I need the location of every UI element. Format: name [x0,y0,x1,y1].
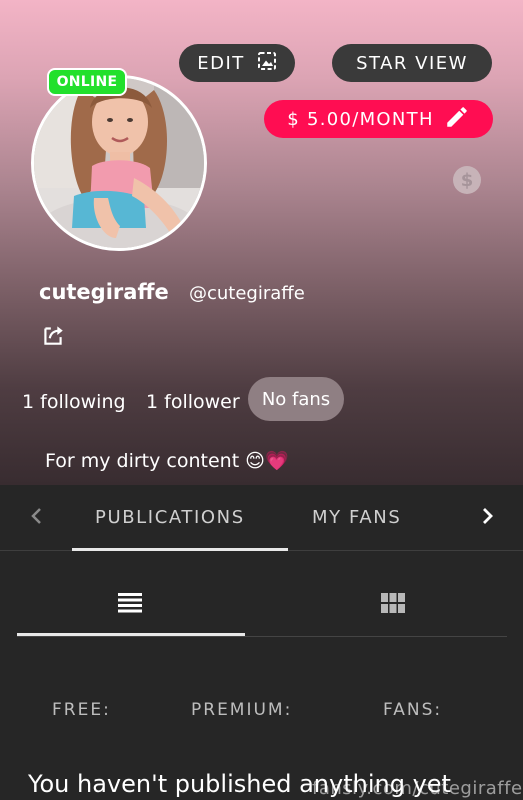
online-status-badge: ONLINE [47,68,127,96]
follower-count[interactable]: 1 follower [146,391,240,413]
profile-page: EDIT STAR VIEW $ 5.00/MONTH $ ONLINE cut… [0,0,523,800]
watermark: fansly.com/cutegiraffe [312,778,523,799]
premium-count-label: PREMIUM: [191,700,293,720]
tab-my-fans[interactable]: MY FANS [312,507,401,528]
display-name: cutegiraffe [39,280,169,304]
edit-button-label: EDIT [197,52,245,74]
star-view-label: STAR VIEW [356,52,468,74]
fans-count-label: FANS: [383,700,443,720]
grid-view-icon[interactable] [381,593,405,617]
share-icon[interactable] [40,322,66,348]
username-handle: @cutegiraffe [189,283,305,304]
subscription-price-button[interactable]: $ 5.00/MONTH [264,100,493,138]
fans-count-chip[interactable]: No fans [248,377,344,421]
profile-tabs: PUBLICATIONS MY FANS [0,485,523,551]
avatar[interactable] [31,75,207,251]
pencil-icon [444,104,470,135]
profile-header: EDIT STAR VIEW $ 5.00/MONTH $ ONLINE cut… [0,0,523,485]
star-view-button[interactable]: STAR VIEW [332,44,492,82]
image-edit-icon [257,51,277,76]
publications-content: FREE: PREMIUM: FANS: You haven't publish… [0,637,523,800]
active-view-indicator [17,633,245,636]
price-label: $ 5.00/MONTH [287,108,434,130]
list-view-icon[interactable] [118,593,142,617]
tab-publications[interactable]: PUBLICATIONS [95,507,245,528]
chevron-left-icon[interactable] [22,501,52,531]
view-toggle-bar [0,551,523,637]
profile-bio: For my dirty content 😊💗 [45,450,289,472]
edit-button[interactable]: EDIT [179,44,295,82]
following-count[interactable]: 1 following [22,391,126,413]
dollar-circle-icon[interactable]: $ [453,166,481,194]
chevron-right-icon[interactable] [472,501,502,531]
free-count-label: FREE: [52,700,111,720]
